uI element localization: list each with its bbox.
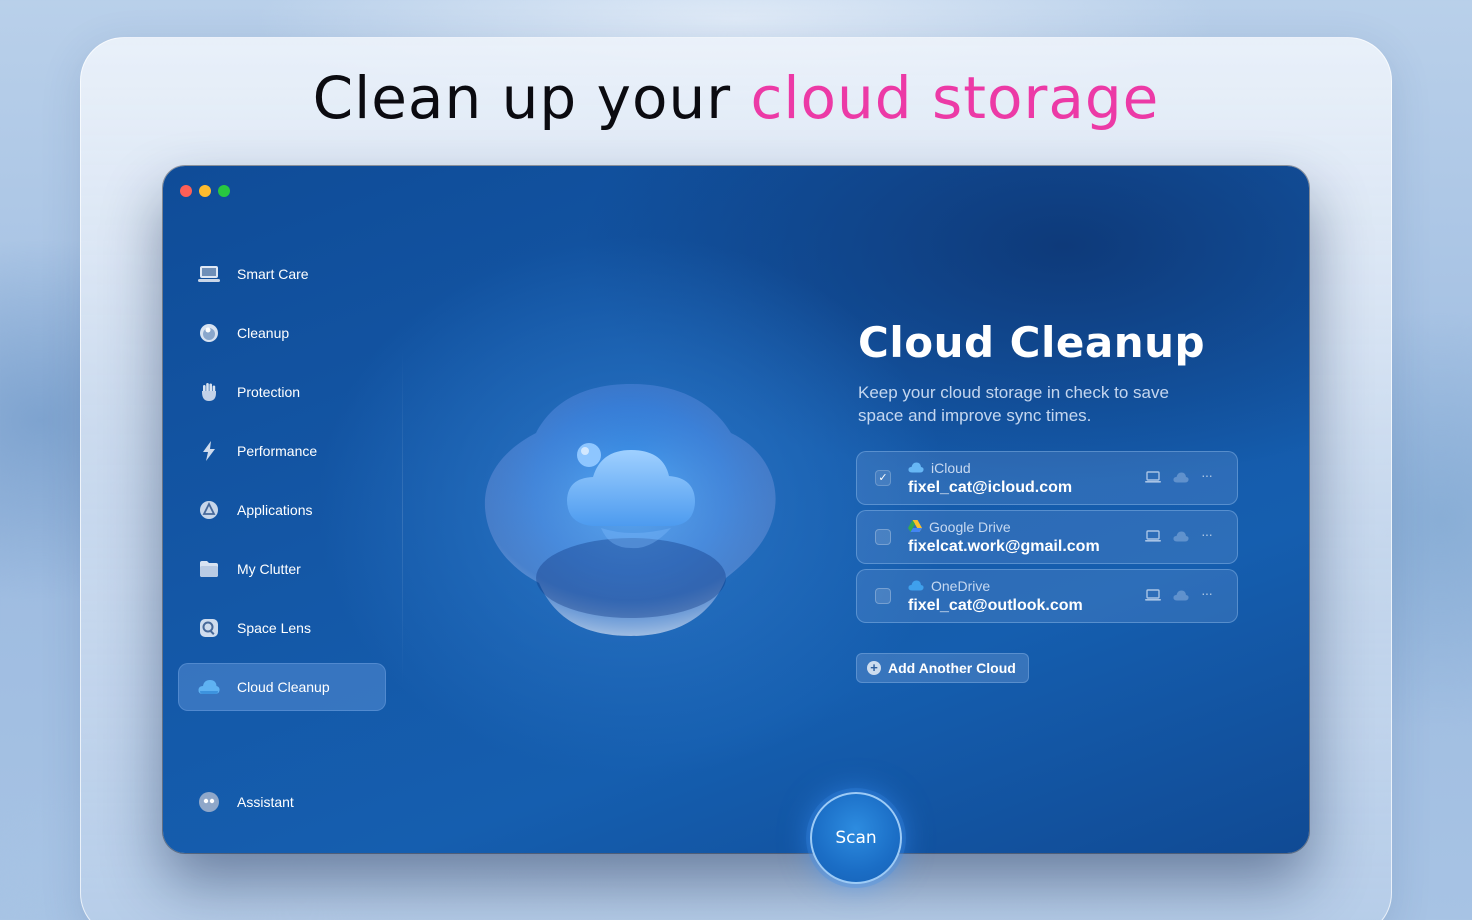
- cloud-row-actions: ···: [1145, 586, 1217, 602]
- cloud-provider: iCloud: [908, 460, 971, 476]
- sidebar-item-label: Cloud Cleanup: [237, 679, 330, 695]
- sidebar-item-smart-care[interactable]: Smart Care: [178, 250, 386, 298]
- cloud-provider: Google Drive: [908, 519, 1011, 535]
- cloud-sync-icon: [1173, 470, 1189, 484]
- add-cloud-label: Add Another Cloud: [888, 660, 1016, 676]
- sidebar-item-label: Protection: [237, 384, 301, 400]
- sidebar-item-label: Performance: [237, 443, 318, 459]
- cloud-provider-name: OneDrive: [931, 578, 991, 594]
- cloud-row-actions: ···: [1145, 468, 1217, 484]
- close-window-button[interactable]: [180, 185, 192, 197]
- hand-icon: [198, 381, 220, 403]
- page-title: Cloud Cleanup: [858, 318, 1206, 367]
- sidebar-item-label: Space Lens: [237, 620, 311, 636]
- headline-accent: cloud storage: [750, 64, 1160, 132]
- cloud-account-checkbox[interactable]: [875, 588, 891, 604]
- monitor-icon: [198, 263, 220, 285]
- sidebar-item-my-clutter[interactable]: My Clutter: [178, 545, 386, 593]
- headline-prefix: Clean up your: [312, 64, 751, 132]
- cloud-provider-name: iCloud: [931, 460, 971, 476]
- cloud-account-row[interactable]: Google Drive fixelcat.work@gmail.com ···: [856, 510, 1238, 564]
- cloud-cleanup-intro: Cloud Cleanup Keep your cloud storage in…: [858, 318, 1248, 427]
- sidebar-divider: [402, 346, 403, 686]
- sidebar-item-label: Assistant: [237, 794, 294, 810]
- more-options-icon[interactable]: ···: [1201, 586, 1217, 602]
- sidebar-item-assistant[interactable]: Assistant: [178, 778, 386, 826]
- cloud-account-checkbox[interactable]: [875, 529, 891, 545]
- icloud-icon: [908, 460, 924, 476]
- sidebar-item-cloud-cleanup[interactable]: Cloud Cleanup: [178, 663, 386, 711]
- add-another-cloud-button[interactable]: + Add Another Cloud: [856, 653, 1029, 683]
- more-options-icon[interactable]: ···: [1201, 527, 1217, 543]
- cloud-account-row[interactable]: OneDrive fixel_cat@outlook.com ···: [856, 569, 1238, 623]
- app-window: Smart Care Cleanup Protection Performanc…: [163, 166, 1309, 853]
- more-options-icon[interactable]: ···: [1201, 468, 1217, 484]
- folder-icon: [198, 558, 220, 580]
- scan-label: Scan: [835, 828, 877, 848]
- laptop-icon: [1145, 588, 1161, 602]
- applications-icon: [198, 499, 220, 521]
- maximize-window-button[interactable]: [218, 185, 230, 197]
- sidebar-item-label: Applications: [237, 502, 313, 518]
- cloud-account-email: fixelcat.work@gmail.com: [908, 538, 1100, 555]
- cloud-icon: [198, 676, 220, 698]
- cloud-sync-icon: [1173, 529, 1189, 543]
- sidebar-item-applications[interactable]: Applications: [178, 486, 386, 534]
- cloud-provider-name: Google Drive: [929, 519, 1011, 535]
- cloud-account-checkbox[interactable]: ✓: [875, 470, 891, 486]
- onedrive-icon: [908, 578, 924, 594]
- sidebar-item-label: My Clutter: [237, 561, 301, 577]
- sidebar-item-performance[interactable]: Performance: [178, 427, 386, 475]
- cleanup-ball-icon: [198, 322, 220, 344]
- plus-icon: +: [867, 661, 881, 675]
- cloud-account-row[interactable]: ✓ iCloud fixel_cat@icloud.com ···: [856, 451, 1238, 505]
- sidebar-item-protection[interactable]: Protection: [178, 368, 386, 416]
- scan-button[interactable]: Scan: [810, 792, 902, 884]
- cloud-account-email: fixel_cat@icloud.com: [908, 479, 1073, 496]
- laptop-icon: [1145, 470, 1161, 484]
- minimize-window-button[interactable]: [199, 185, 211, 197]
- cloud-row-actions: ···: [1145, 527, 1217, 543]
- google-drive-icon: [908, 519, 922, 535]
- page-description: Keep your cloud storage in check to save…: [858, 383, 1169, 425]
- lens-icon: [198, 617, 220, 639]
- cloud-provider: OneDrive: [908, 578, 990, 594]
- cloud-account-email: fixel_cat@outlook.com: [908, 597, 1083, 614]
- lightning-icon: [198, 440, 220, 462]
- sidebar-item-label: Smart Care: [237, 266, 309, 282]
- assistant-icon: [198, 791, 220, 813]
- sidebar-item-space-lens[interactable]: Space Lens: [178, 604, 386, 652]
- sidebar-item-label: Cleanup: [237, 325, 290, 341]
- sidebar-item-cleanup[interactable]: Cleanup: [178, 309, 386, 357]
- headline: Clean up your cloud storage: [0, 64, 1472, 132]
- cloud-cleanup-hero-illustration: [481, 378, 781, 643]
- laptop-icon: [1145, 529, 1161, 543]
- cloud-sync-icon: [1173, 588, 1189, 602]
- window-controls: [180, 185, 230, 197]
